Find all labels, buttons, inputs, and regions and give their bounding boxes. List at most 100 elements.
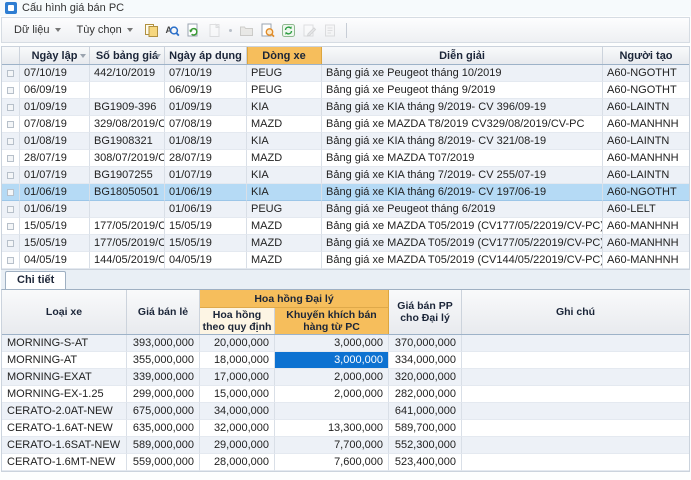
cell[interactable] bbox=[90, 201, 165, 218]
cell[interactable]: 04/05/19 bbox=[165, 252, 247, 269]
cell[interactable]: 589,700,000 bbox=[389, 420, 462, 437]
cell[interactable]: Bảng giá xe KIA tháng 8/2019- CV 321/08-… bbox=[322, 133, 603, 150]
cell[interactable]: 01/06/19 bbox=[165, 184, 247, 201]
search-icon[interactable]: A bbox=[163, 21, 182, 40]
cell[interactable]: 7,600,000 bbox=[275, 454, 389, 471]
cell[interactable]: A60-MANHNH bbox=[603, 235, 689, 252]
cell[interactable]: A60-MANHNH bbox=[603, 252, 689, 269]
cell[interactable] bbox=[275, 403, 389, 420]
column-header-nguoi-tao[interactable]: Người tạo bbox=[603, 47, 689, 64]
cell[interactable]: 28/07/19 bbox=[165, 150, 247, 167]
cell[interactable]: 282,000,000 bbox=[389, 386, 462, 403]
cell[interactable]: 523,400,000 bbox=[389, 454, 462, 471]
cell[interactable]: MAZD bbox=[247, 218, 322, 235]
cell[interactable]: MAZD bbox=[247, 150, 322, 167]
cell[interactable]: 29,000,000 bbox=[200, 437, 275, 454]
cell[interactable]: Bảng giá xe Peugeot tháng 10/2019 bbox=[322, 65, 603, 82]
cell[interactable] bbox=[462, 369, 689, 386]
table-row[interactable]: 06/09/1906/09/19PEUGBảng giá xe Peugeot … bbox=[2, 82, 689, 99]
data-menu-button[interactable]: Dữ liệu bbox=[7, 21, 68, 39]
group-header-hoa-hong-dai-ly[interactable]: Hoa hồng Đại lý bbox=[200, 290, 389, 308]
cell[interactable]: 339,000,000 bbox=[127, 369, 200, 386]
cell[interactable]: 320,000,000 bbox=[389, 369, 462, 386]
cell[interactable]: PEUG bbox=[247, 201, 322, 218]
row-indicator[interactable] bbox=[2, 82, 20, 99]
row-indicator[interactable] bbox=[2, 252, 20, 269]
cell[interactable]: 07/08/19 bbox=[165, 116, 247, 133]
table-row[interactable]: MORNING-EX-1.25299,000,00015,000,0002,00… bbox=[2, 386, 689, 403]
cell[interactable]: 177/05/2019/CV-P bbox=[90, 235, 165, 252]
table-row[interactable]: 07/08/19329/08/2019/CV-P07/08/19MAZDBảng… bbox=[2, 116, 689, 133]
row-indicator[interactable] bbox=[2, 116, 20, 133]
cell[interactable]: CERATO-1.6MT-NEW bbox=[2, 454, 127, 471]
cell[interactable]: A60-MANHNH bbox=[603, 218, 689, 235]
cell[interactable]: 15/05/19 bbox=[20, 235, 90, 252]
cell[interactable]: 01/09/19 bbox=[165, 99, 247, 116]
column-header-so-bang-gia[interactable]: Số bảng giá bbox=[90, 47, 165, 64]
sync-icon[interactable] bbox=[279, 21, 298, 40]
column-header-hoa-hong-theo-quy-dinh[interactable]: Hoa hồng theo quy định bbox=[200, 308, 275, 334]
cell[interactable]: A60-NGOTHT bbox=[603, 184, 689, 201]
cell[interactable]: 07/10/19 bbox=[20, 65, 90, 82]
cell[interactable]: 144/05/2019/CV-P bbox=[90, 252, 165, 269]
cell[interactable]: CERATO-1.6SAT-NEW bbox=[2, 437, 127, 454]
cell[interactable]: A60-LELT bbox=[603, 201, 689, 218]
cell[interactable]: MAZD bbox=[247, 252, 322, 269]
column-header-gia-ban-le[interactable]: Giá bán lẻ bbox=[127, 290, 200, 334]
column-header-ghi-chu[interactable]: Ghi chú bbox=[462, 290, 689, 334]
table-row[interactable]: CERATO-1.6SAT-NEW589,000,00029,000,0007,… bbox=[2, 437, 689, 454]
cell[interactable]: A60-MANHNH bbox=[603, 116, 689, 133]
cell[interactable]: 308/07/2019/CV-P bbox=[90, 150, 165, 167]
cell[interactable]: 3,000,000 bbox=[275, 352, 389, 369]
cell[interactable]: A60-NGOTHT bbox=[603, 82, 689, 99]
cell[interactable]: 04/05/19 bbox=[20, 252, 90, 269]
cell[interactable]: KIA bbox=[247, 167, 322, 184]
table-row[interactable]: CERATO-1.6MT-NEW559,000,00028,000,0007,6… bbox=[2, 454, 689, 471]
cell[interactable]: 01/06/19 bbox=[20, 201, 90, 218]
cell[interactable]: Bảng giá xe MAZDA T8/2019 CV329/08/2019/… bbox=[322, 116, 603, 133]
cell[interactable]: 13,300,000 bbox=[275, 420, 389, 437]
table-row[interactable]: 01/09/19BG1909-39601/09/19KIABảng giá xe… bbox=[2, 99, 689, 116]
cell[interactable]: 15,000,000 bbox=[200, 386, 275, 403]
cell[interactable]: 01/09/19 bbox=[20, 99, 90, 116]
cell[interactable]: 589,000,000 bbox=[127, 437, 200, 454]
cell[interactable]: 15/05/19 bbox=[165, 218, 247, 235]
cell[interactable] bbox=[462, 335, 689, 352]
cell[interactable]: 334,000,000 bbox=[389, 352, 462, 369]
cell[interactable] bbox=[462, 352, 689, 369]
column-header-ngay-lap[interactable]: Ngày lập bbox=[20, 47, 90, 64]
cell[interactable]: 635,000,000 bbox=[127, 420, 200, 437]
column-header-gia-ban-pp-cho-dai-ly[interactable]: Giá bán PP cho Đại lý bbox=[389, 290, 462, 334]
cell[interactable]: 01/07/19 bbox=[165, 167, 247, 184]
row-indicator[interactable] bbox=[2, 167, 20, 184]
cell[interactable]: 18,000,000 bbox=[200, 352, 275, 369]
cell[interactable]: BG1909-396 bbox=[90, 99, 165, 116]
cell[interactable] bbox=[90, 82, 165, 99]
row-indicator[interactable] bbox=[2, 201, 20, 218]
table-row[interactable]: MORNING-AT355,000,00018,000,0003,000,000… bbox=[2, 352, 689, 369]
cell[interactable]: 34,000,000 bbox=[200, 403, 275, 420]
cell[interactable]: 641,000,000 bbox=[389, 403, 462, 420]
cell[interactable]: A60-LAINTN bbox=[603, 133, 689, 150]
cell[interactable]: 3,000,000 bbox=[275, 335, 389, 352]
table-row[interactable]: 07/10/19442/10/201907/10/19PEUGBảng giá … bbox=[2, 65, 689, 82]
cell[interactable]: Bảng giá xe Peugeot tháng 9/2019 bbox=[322, 82, 603, 99]
cell[interactable]: 07/10/19 bbox=[165, 65, 247, 82]
cell[interactable]: CERATO-2.0AT-NEW bbox=[2, 403, 127, 420]
cell[interactable]: 299,000,000 bbox=[127, 386, 200, 403]
print-preview-icon[interactable] bbox=[258, 21, 277, 40]
table-row[interactable]: 15/05/19177/05/2019/CV-P15/05/19MAZDBảng… bbox=[2, 218, 689, 235]
cell[interactable] bbox=[462, 420, 689, 437]
row-indicator[interactable] bbox=[2, 235, 20, 252]
cell[interactable]: MORNING-AT bbox=[2, 352, 127, 369]
tab-chi-tiet[interactable]: Chi tiết bbox=[5, 271, 66, 289]
cell[interactable]: 177/05/2019/CV-P bbox=[90, 218, 165, 235]
cell[interactable] bbox=[462, 437, 689, 454]
cell[interactable]: 01/07/19 bbox=[20, 167, 90, 184]
cell[interactable]: Bảng giá xe MAZDA T05/2019 (CV177/05/220… bbox=[322, 235, 603, 252]
table-row[interactable]: MORNING-S-AT393,000,00020,000,0003,000,0… bbox=[2, 335, 689, 352]
cell[interactable]: 01/06/19 bbox=[165, 201, 247, 218]
cell[interactable]: 7,700,000 bbox=[275, 437, 389, 454]
column-header-khuyen-khich-ban-hang-tu-pc[interactable]: Khuyến khích bán hàng từ PC bbox=[275, 308, 389, 334]
cell[interactable]: PEUG bbox=[247, 82, 322, 99]
